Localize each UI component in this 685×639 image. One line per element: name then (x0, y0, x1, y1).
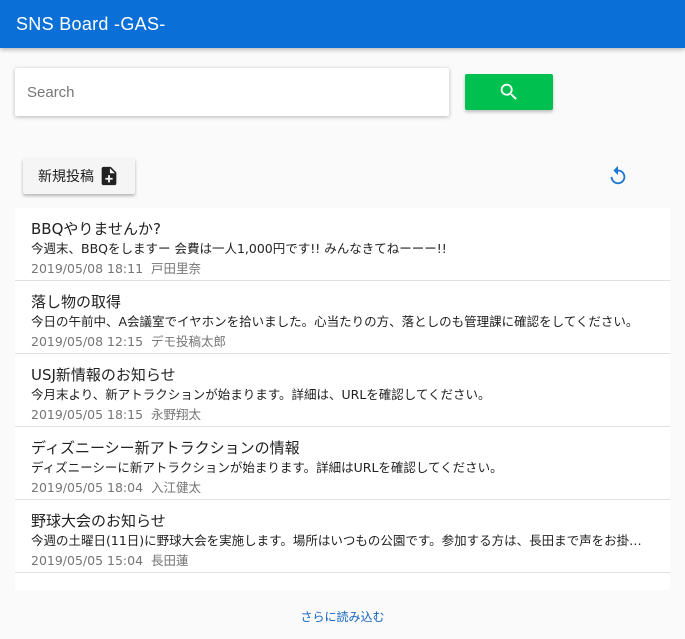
post-list: BBQやりませんか? 今週末、BBQをしますー 会費は一人1,000円です!! … (15, 208, 670, 590)
new-post-button[interactable]: 新規投稿 (23, 158, 135, 194)
post-author: デモ投稿太郎 (151, 334, 227, 349)
search-button[interactable] (465, 74, 553, 110)
search-box (15, 68, 449, 116)
post-date: 2019/05/05 18:04 (31, 480, 144, 495)
post-date: 2019/05/05 18:15 (31, 407, 144, 422)
refresh-button[interactable] (603, 161, 633, 191)
post-item[interactable]: USJ新情報のお知らせ 今月末より、新アトラクションが始まります。詳細は、URL… (15, 354, 670, 427)
search-icon (500, 83, 517, 100)
post-date: 2019/05/08 18:11 (31, 261, 144, 276)
post-date: 2019/05/05 15:04 (31, 553, 144, 568)
load-more-container: さらに読み込む (0, 608, 685, 625)
post-title: BBQやりませんか? (31, 220, 161, 238)
load-more-link[interactable]: さらに読み込む (300, 610, 384, 624)
post-title: ディズニーシー新アトラクションの情報 (31, 439, 300, 457)
post-title: USJ新情報のお知らせ (31, 366, 176, 384)
post-item[interactable]: 落し物の取得 今日の午前中、A会議室でイヤホンを拾いました。心当たりの方、落とし… (15, 281, 670, 354)
post-body: 今週末、BBQをしますー 会費は一人1,000円です!! みんなきてねーーー!! (31, 241, 447, 256)
post-author: 永野翔太 (151, 407, 202, 422)
post-author: 戸田里奈 (151, 261, 202, 276)
post-date: 2019/05/08 12:15 (31, 334, 144, 349)
post-title: 野球大会のお知らせ (31, 512, 166, 530)
app-bar: SNS Board -GAS- (0, 0, 685, 48)
post-body: 今日の午前中、A会議室でイヤホンを拾いました。心当たりの方、落としのも管理課に確… (31, 314, 639, 329)
post-body: 今週の土曜日(11日)に野球大会を実施します。場所はいつもの公園です。参加する方… (31, 533, 654, 548)
post-item[interactable]: BBQやりませんか? 今週末、BBQをしますー 会費は一人1,000円です!! … (15, 208, 670, 281)
post-item[interactable]: 野球大会のお知らせ 今週の土曜日(11日)に野球大会を実施します。場所はいつもの… (15, 500, 670, 573)
post-meta: 2019/05/08 18:11 戸田里奈 (31, 259, 654, 279)
post-meta: 2019/05/08 12:15 デモ投稿太郎 (31, 332, 654, 352)
post-title: 落し物の取得 (31, 293, 122, 311)
post-body: ディズニーシーに新アトラクションが始まります。詳細はURLを確認してください。 (31, 460, 503, 475)
post-author: 入江健太 (151, 480, 202, 495)
refresh-icon (610, 165, 626, 185)
note-add-icon (101, 166, 117, 186)
post-meta: 2019/05/05 18:15 永野翔太 (31, 405, 654, 425)
post-author: 長田蓮 (151, 553, 189, 568)
post-body: 今月末より、新アトラクションが始まります。詳細は、URLを確認してください。 (31, 387, 491, 402)
post-meta: 2019/05/05 18:04 入江健太 (31, 478, 654, 498)
new-post-label: 新規投稿 (38, 169, 94, 185)
post-item[interactable]: ディズニーシー新アトラクションの情報 ディズニーシーに新アトラクションが始まりま… (15, 427, 670, 500)
post-meta: 2019/05/05 15:04 長田蓮 (31, 551, 654, 571)
search-input[interactable] (15, 68, 449, 116)
app-title: SNS Board -GAS- (16, 13, 166, 34)
